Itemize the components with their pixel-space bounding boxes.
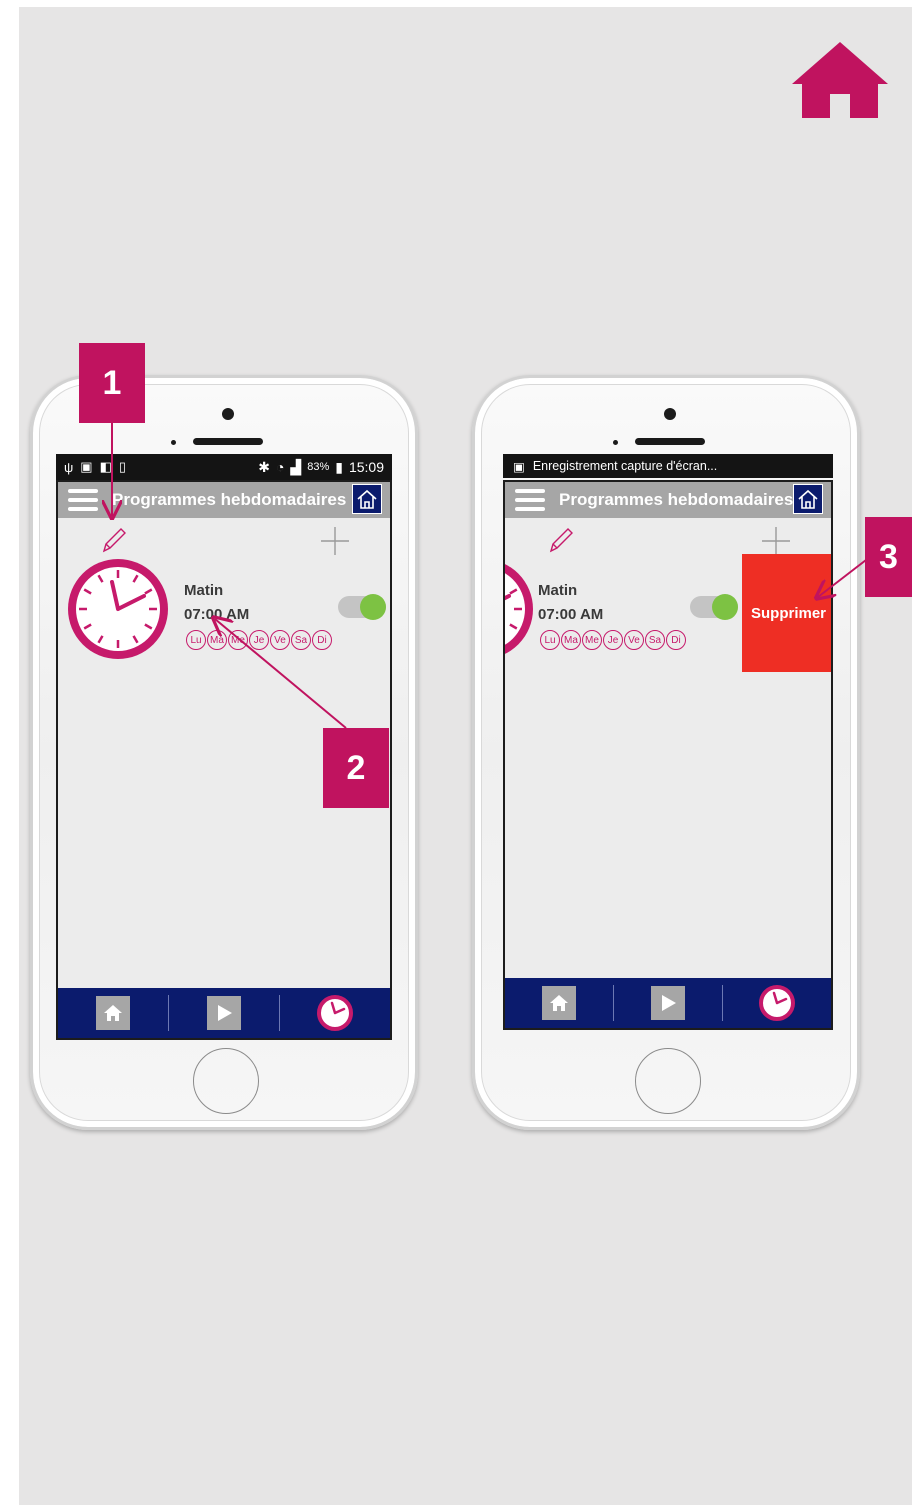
home-icon xyxy=(542,986,576,1020)
app-title: Programmes hebdomadaires xyxy=(112,490,347,509)
phone-home-button[interactable] xyxy=(635,1048,701,1114)
nav-play[interactable] xyxy=(169,988,279,1038)
front-camera xyxy=(664,408,676,420)
no-sim-icon: ▯ xyxy=(118,459,127,474)
app-bar: Programmes hebdomadaires xyxy=(58,482,390,518)
program-name: Matin xyxy=(184,582,224,599)
day-list: Lu Ma Me Je Ve Sa Di xyxy=(186,630,332,650)
nav-home[interactable] xyxy=(505,978,613,1028)
clock-icon xyxy=(317,995,353,1031)
clock-icon xyxy=(68,559,168,659)
home-icon xyxy=(96,996,130,1030)
status-time: 15:09 xyxy=(348,459,384,475)
delete-button[interactable]: Supprimer xyxy=(742,554,831,672)
day-chip: Di xyxy=(666,630,686,650)
day-chip: Me xyxy=(582,630,602,650)
earpiece-speaker xyxy=(635,438,705,445)
image-icon: ▣ xyxy=(513,459,525,474)
notification-text: Enregistrement capture d'écran... xyxy=(532,459,718,473)
phone-home-button[interactable] xyxy=(193,1048,259,1114)
play-icon xyxy=(651,986,685,1020)
day-chip: Ve xyxy=(270,630,290,650)
callout-3: 3 xyxy=(865,517,912,597)
day-chip: Sa xyxy=(645,630,665,650)
program-name: Matin xyxy=(538,582,578,599)
clock-icon xyxy=(505,564,533,654)
bottom-nav xyxy=(58,988,390,1038)
earpiece-speaker xyxy=(193,438,263,445)
house-icon[interactable] xyxy=(793,484,823,514)
battery-icon: ▮ xyxy=(335,458,343,475)
callout-1: 1 xyxy=(79,343,145,423)
pencil-icon[interactable] xyxy=(545,524,577,556)
day-chip: Lu xyxy=(540,630,560,650)
day-chip: Lu xyxy=(186,630,206,650)
menu-icon[interactable] xyxy=(515,489,545,511)
sensor-dot xyxy=(613,440,618,445)
nav-play[interactable] xyxy=(614,978,722,1028)
day-list: Lu Ma Me Je Ve Sa Di xyxy=(540,630,686,650)
bluetooth-icon: ✱ xyxy=(258,458,270,475)
image-icon: ▣ xyxy=(80,459,93,474)
plus-icon[interactable] xyxy=(320,526,350,556)
front-camera xyxy=(222,408,234,420)
clock-icon xyxy=(759,985,795,1021)
nav-schedule[interactable] xyxy=(723,978,831,1028)
status-bar: ψ ▣ ◧ ▯ ✱ ◔ ▟ 83% ▮ 15:09 xyxy=(56,454,392,480)
home-icon[interactable] xyxy=(792,40,888,120)
status-bar: ▣ Enregistrement capture d'écran... xyxy=(503,454,833,478)
app-title: Programmes hebdomadaires xyxy=(559,490,794,509)
day-chip: Je xyxy=(249,630,269,650)
bottom-nav xyxy=(505,978,831,1028)
program-toggle[interactable] xyxy=(338,594,386,620)
signal-icon: ▟ xyxy=(290,458,302,475)
plus-icon[interactable] xyxy=(761,526,791,556)
play-icon xyxy=(207,996,241,1030)
day-chip: Ma xyxy=(207,630,227,650)
menu-icon[interactable] xyxy=(68,489,98,511)
device-icon: ◧ xyxy=(99,459,112,474)
program-time[interactable]: 07:00 AM xyxy=(184,606,249,623)
nav-schedule[interactable] xyxy=(280,988,390,1038)
callout-2: 2 xyxy=(323,728,389,808)
house-icon[interactable] xyxy=(352,484,382,514)
program-time[interactable]: 07:00 AM xyxy=(538,606,603,623)
day-chip: Di xyxy=(312,630,332,650)
wifi-icon: ◔ xyxy=(275,459,285,475)
program-toggle[interactable] xyxy=(690,594,738,620)
battery-level: 83% xyxy=(307,461,330,473)
day-chip: Me xyxy=(228,630,248,650)
day-chip: Ve xyxy=(624,630,644,650)
app-bar: Programmes hebdomadaires xyxy=(505,482,831,518)
nav-home[interactable] xyxy=(58,988,168,1038)
usb-icon: ψ xyxy=(64,459,74,475)
sensor-dot xyxy=(171,440,176,445)
app-screen-right: Programmes hebdomadaires Matin 07:00 AM … xyxy=(503,480,833,1030)
day-chip: Sa xyxy=(291,630,311,650)
day-chip: Ma xyxy=(561,630,581,650)
day-chip: Je xyxy=(603,630,623,650)
